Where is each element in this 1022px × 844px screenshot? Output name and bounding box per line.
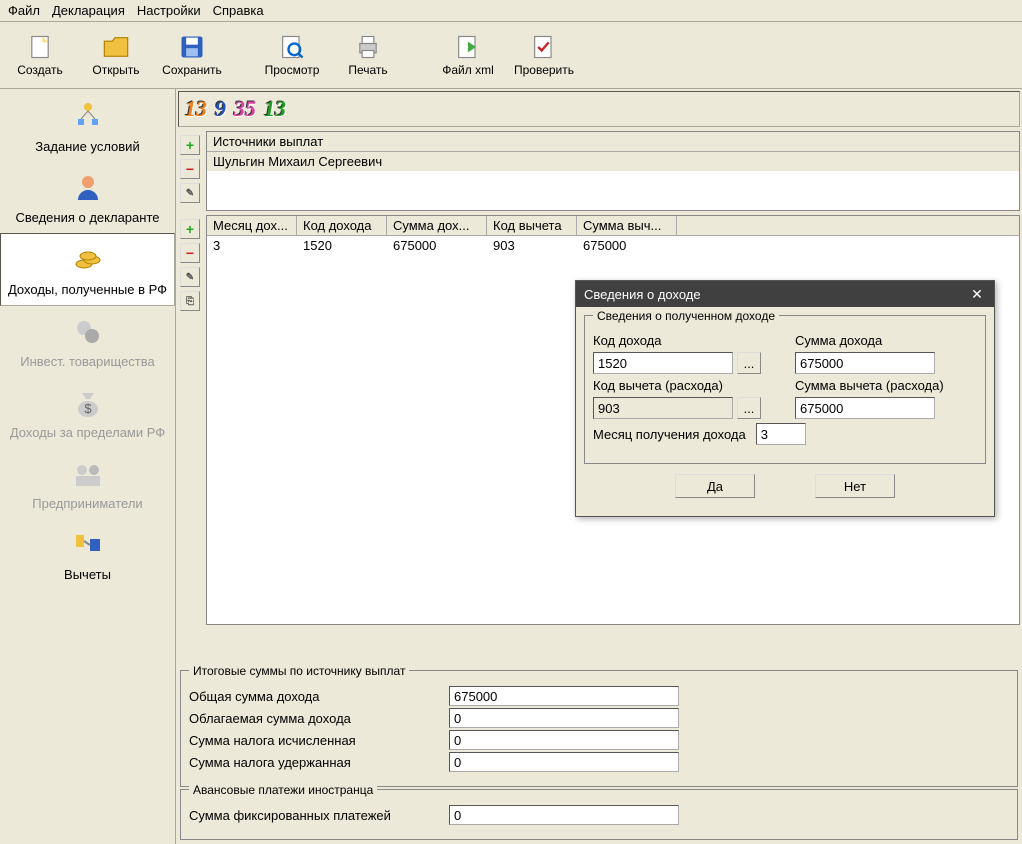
income-table-header: Месяц дох... Код дохода Сумма дох... Код… (207, 216, 1019, 236)
tax-calc-label: Сумма налога исчисленная (189, 733, 449, 748)
dialog-titlebar[interactable]: Сведения о доходе ✕ (576, 281, 994, 307)
svg-text:$: $ (84, 401, 92, 416)
month-label: Месяц получения дохода (593, 427, 746, 442)
new-file-icon (26, 33, 54, 61)
create-button[interactable]: Создать (4, 28, 76, 82)
tax-calc-value[interactable]: 0 (449, 730, 679, 750)
income-sum-input[interactable] (795, 352, 935, 374)
coins-icon (70, 242, 106, 278)
print-icon (354, 33, 382, 61)
advance-fieldset: Авансовые платежи иностранца Сумма фикси… (180, 789, 1018, 840)
deduct-sum-label: Сумма вычета (расхода) (795, 378, 977, 393)
open-button[interactable]: Открыть (80, 28, 152, 82)
tab-35[interactable]: 35 (234, 96, 256, 122)
menu-settings[interactable]: Настройки (137, 3, 201, 18)
preview-button[interactable]: Просмотр (256, 28, 328, 82)
income-sum-label: Сумма дохода (795, 333, 977, 348)
deduct-code-input[interactable] (593, 397, 733, 419)
deduct-code-picker[interactable]: ... (737, 397, 761, 419)
fixed-payments-value[interactable]: 0 (449, 805, 679, 825)
sidebar-item-declarant[interactable]: Сведения о декларанте (0, 162, 175, 233)
month-input[interactable] (756, 423, 806, 445)
money-bag-icon: $ (70, 385, 106, 421)
person-icon (70, 170, 106, 206)
add-income-button[interactable]: + (180, 219, 200, 239)
remove-income-button[interactable]: − (180, 243, 200, 263)
total-income-label: Общая сумма дохода (189, 689, 449, 704)
tax-withheld-value[interactable]: 0 (449, 752, 679, 772)
close-icon[interactable]: ✕ (968, 285, 986, 303)
rate-tabs: 13 9 35 13 (178, 91, 1020, 127)
income-code-picker[interactable]: ... (737, 352, 761, 374)
total-income-value: 675000 (449, 686, 679, 706)
sidebar-item-invest: Инвест. товарищества (0, 306, 175, 377)
sidebar-item-income-abroad: $ Доходы за пределами РФ (0, 377, 175, 448)
copy-income-button[interactable]: ⎘ (180, 291, 200, 311)
add-source-button[interactable]: + (180, 135, 200, 155)
edit-source-button[interactable]: ✎ (180, 183, 200, 203)
print-button[interactable]: Печать (332, 28, 404, 82)
taxable-value: 0 (449, 708, 679, 728)
source-row[interactable]: Шульгин Михаил Сергеевич (207, 152, 1019, 171)
check-button[interactable]: Проверить (508, 28, 580, 82)
income-code-label: Код дохода (593, 333, 775, 348)
sources-header: Источники выплат (207, 132, 1019, 152)
tab-9[interactable]: 9 (215, 96, 226, 122)
sidebar-item-conditions[interactable]: Задание условий (0, 91, 175, 162)
remove-source-button[interactable]: − (180, 159, 200, 179)
sources-list[interactable]: Источники выплат Шульгин Михаил Сергееви… (206, 131, 1020, 211)
deductions-icon (70, 527, 106, 563)
income-dialog: Сведения о доходе ✕ Сведения о полученно… (575, 280, 995, 517)
tab-13[interactable]: 13 (185, 96, 207, 122)
save-icon (178, 33, 206, 61)
edit-income-button[interactable]: ✎ (180, 267, 200, 287)
menu-file[interactable]: Файл (8, 3, 40, 18)
sidebar-item-deductions[interactable]: Вычеты (0, 519, 175, 590)
fixed-payments-label: Сумма фиксированных платежей (189, 808, 449, 823)
sidebar-item-entrepreneurs: Предприниматели (0, 448, 175, 519)
conditions-icon (70, 99, 106, 135)
no-button[interactable]: Нет (815, 474, 895, 498)
preview-icon (278, 33, 306, 61)
deduct-code-label: Код вычета (расхода) (593, 378, 775, 393)
dialog-title: Сведения о доходе (584, 287, 701, 302)
menu-help[interactable]: Справка (213, 3, 264, 18)
invest-icon (70, 314, 106, 350)
yes-button[interactable]: Да (675, 474, 755, 498)
toolbar: Создать Открыть Сохранить Просмотр Печат… (0, 22, 1022, 89)
table-row[interactable]: 3 1520 675000 903 675000 (207, 236, 1019, 255)
totals-fieldset: Итоговые суммы по источнику выплат Общая… (180, 670, 1018, 787)
dialog-legend: Сведения о полученном доходе (593, 309, 779, 323)
tab-13b[interactable]: 13 (264, 96, 286, 122)
xml-button[interactable]: Файл xml (432, 28, 504, 82)
income-code-input[interactable] (593, 352, 733, 374)
check-icon (530, 33, 558, 61)
menu-declaration[interactable]: Декларация (52, 3, 125, 18)
sidebar-item-income-rf[interactable]: Доходы, полученные в РФ (0, 233, 175, 306)
people-icon (70, 456, 106, 492)
folder-open-icon (102, 33, 130, 61)
xml-file-icon (454, 33, 482, 61)
sidebar: Задание условий Сведения о декларанте До… (0, 89, 176, 844)
taxable-label: Облагаемая сумма дохода (189, 711, 449, 726)
tax-withheld-label: Сумма налога удержанная (189, 755, 449, 770)
save-button[interactable]: Сохранить (156, 28, 228, 82)
menubar: Файл Декларация Настройки Справка (0, 0, 1022, 22)
deduct-sum-input[interactable] (795, 397, 935, 419)
